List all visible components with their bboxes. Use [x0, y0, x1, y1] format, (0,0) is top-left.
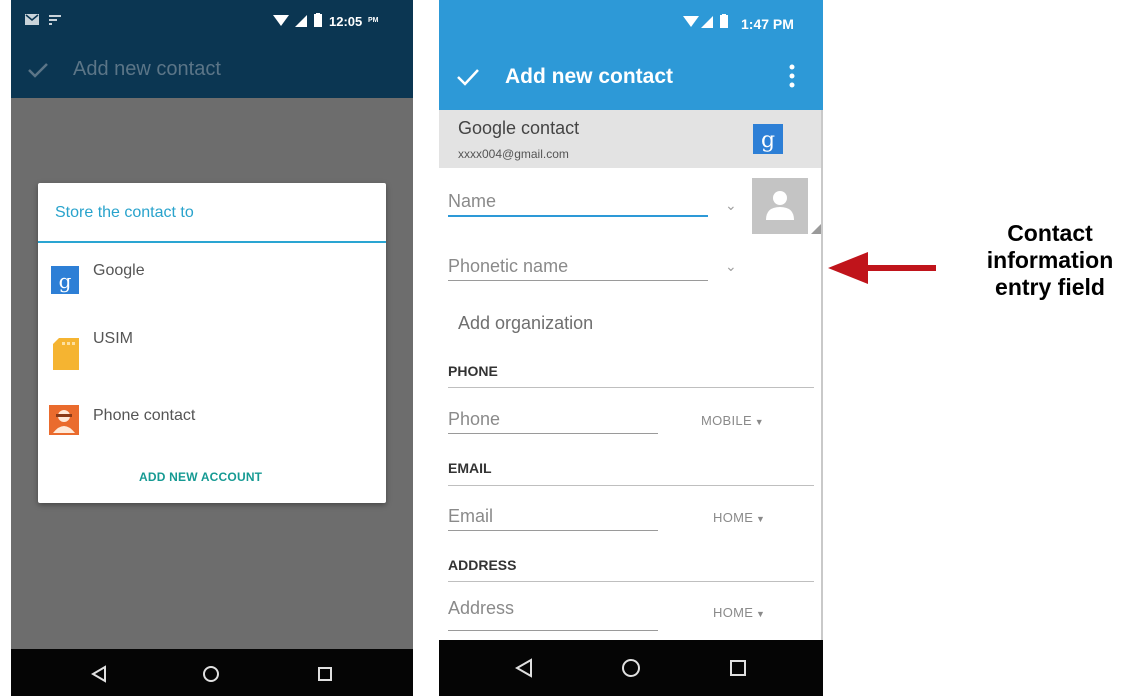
dropdown-arrow-icon: ▼ — [751, 417, 764, 427]
dropdown-arrow-icon: ▼ — [753, 609, 766, 619]
email-type-dropdown[interactable]: HOME ▼ — [713, 509, 783, 527]
option-label: Google — [93, 262, 145, 279]
phonetic-name-placeholder: Phonetic name — [448, 256, 569, 276]
annotation-line: entry field — [995, 274, 1105, 300]
option-label: Phone contact — [93, 407, 196, 424]
add-organization-link[interactable]: Add organization — [458, 313, 593, 334]
battery-icon — [720, 14, 728, 28]
email-type-label: HOME — [713, 510, 754, 525]
person-placeholder-icon — [766, 191, 794, 220]
google-icon: g — [51, 266, 79, 294]
back-icon[interactable] — [515, 658, 533, 678]
phone-underline — [448, 433, 658, 434]
left-phone-screen: 12:05 PM Add new contact Store the conta… — [11, 0, 413, 696]
status-bar: 12:05 PM — [11, 0, 413, 42]
notification-icon — [49, 15, 61, 25]
name-placeholder: Name — [448, 191, 497, 211]
phone-type-dropdown[interactable]: MOBILE ▼ — [701, 412, 781, 430]
phonetic-name-field[interactable]: Phonetic name — [448, 250, 710, 286]
right-phone-screen: 1:47 PM Add new contact Google contact x… — [439, 0, 823, 696]
back-icon[interactable] — [91, 665, 107, 683]
recents-icon[interactable] — [317, 666, 333, 682]
mail-notification-icon — [25, 14, 39, 25]
annotation-label: Contact information entry field — [965, 220, 1135, 301]
app-bar: Add new contact — [11, 42, 413, 98]
wifi-icon — [273, 15, 289, 26]
address-placeholder: Address — [448, 598, 515, 618]
status-bar: 1:47 PM — [439, 0, 823, 42]
dialog-title: Store the contact to — [55, 204, 194, 221]
option-google[interactable]: g Google — [38, 245, 386, 305]
phonetic-expand-chevron-icon[interactable]: ⌄ — [725, 258, 737, 275]
address-type-dropdown[interactable]: HOME ▼ — [713, 604, 783, 622]
phone-field[interactable]: Phone — [448, 405, 660, 437]
recents-icon[interactable] — [729, 659, 747, 677]
email-section-header: EMAIL — [448, 460, 492, 476]
navigation-bar — [11, 649, 413, 696]
phone-contact-icon — [49, 405, 79, 435]
store-contact-dialog: Store the contact to g Google USIM Phone… — [38, 183, 386, 503]
dialog-divider — [38, 241, 386, 243]
email-field[interactable]: Email — [448, 502, 660, 534]
status-ampm: PM — [368, 17, 379, 24]
signal-icon — [701, 16, 713, 28]
contact-photo-avatar[interactable] — [752, 178, 808, 234]
address-type-label: HOME — [713, 605, 754, 620]
navigation-bar — [439, 640, 823, 696]
checkmark-icon[interactable] — [27, 61, 49, 79]
signal-icon — [295, 15, 307, 27]
account-email: xxxx004@gmail.com — [458, 147, 569, 161]
address-underline — [448, 630, 658, 631]
overflow-menu-icon[interactable] — [789, 64, 795, 88]
dropdown-arrow-icon: ▼ — [753, 514, 766, 524]
section-divider — [448, 581, 814, 582]
name-field[interactable]: Name — [448, 185, 710, 221]
home-icon[interactable] — [202, 665, 220, 683]
google-icon: g — [753, 124, 783, 154]
scroll-edge — [821, 110, 823, 640]
section-divider — [448, 387, 814, 388]
email-placeholder: Email — [448, 506, 494, 526]
account-header[interactable]: Google contact xxxx004@gmail.com g — [439, 110, 823, 168]
account-title: Google contact — [458, 118, 580, 138]
name-expand-chevron-icon[interactable]: ⌄ — [725, 197, 737, 214]
address-field[interactable]: Address — [448, 594, 660, 634]
section-divider — [448, 485, 814, 486]
annotation-line: Contact — [1007, 220, 1093, 246]
option-usim[interactable]: USIM — [38, 315, 386, 375]
svg-text:g: g — [761, 128, 775, 153]
phonetic-underline — [448, 280, 708, 281]
sim-card-icon — [53, 338, 79, 370]
status-time: 12:05 — [329, 14, 363, 29]
wifi-icon — [683, 16, 699, 27]
option-label: USIM — [93, 330, 133, 347]
home-icon[interactable] — [621, 658, 641, 678]
phone-placeholder: Phone — [448, 409, 501, 429]
checkmark-icon[interactable] — [456, 67, 480, 87]
svg-text:g: g — [59, 269, 72, 293]
annotation-arrow-icon — [828, 252, 936, 284]
app-bar: Add new contact — [439, 42, 823, 110]
app-title: Add new contact — [505, 65, 674, 88]
app-title: Add new contact — [73, 58, 221, 80]
status-time: 1:47 PM — [741, 16, 794, 32]
address-section-header: ADDRESS — [448, 557, 517, 573]
phone-section-header: PHONE — [448, 363, 498, 379]
option-phone-contact[interactable]: Phone contact — [38, 393, 386, 453]
annotation-line: information — [986, 247, 1114, 273]
add-new-account-button[interactable]: ADD NEW ACCOUNT — [139, 470, 262, 484]
phone-type-label: MOBILE — [701, 413, 752, 428]
email-underline — [448, 530, 658, 531]
name-underline — [448, 215, 708, 217]
battery-icon — [314, 13, 322, 27]
